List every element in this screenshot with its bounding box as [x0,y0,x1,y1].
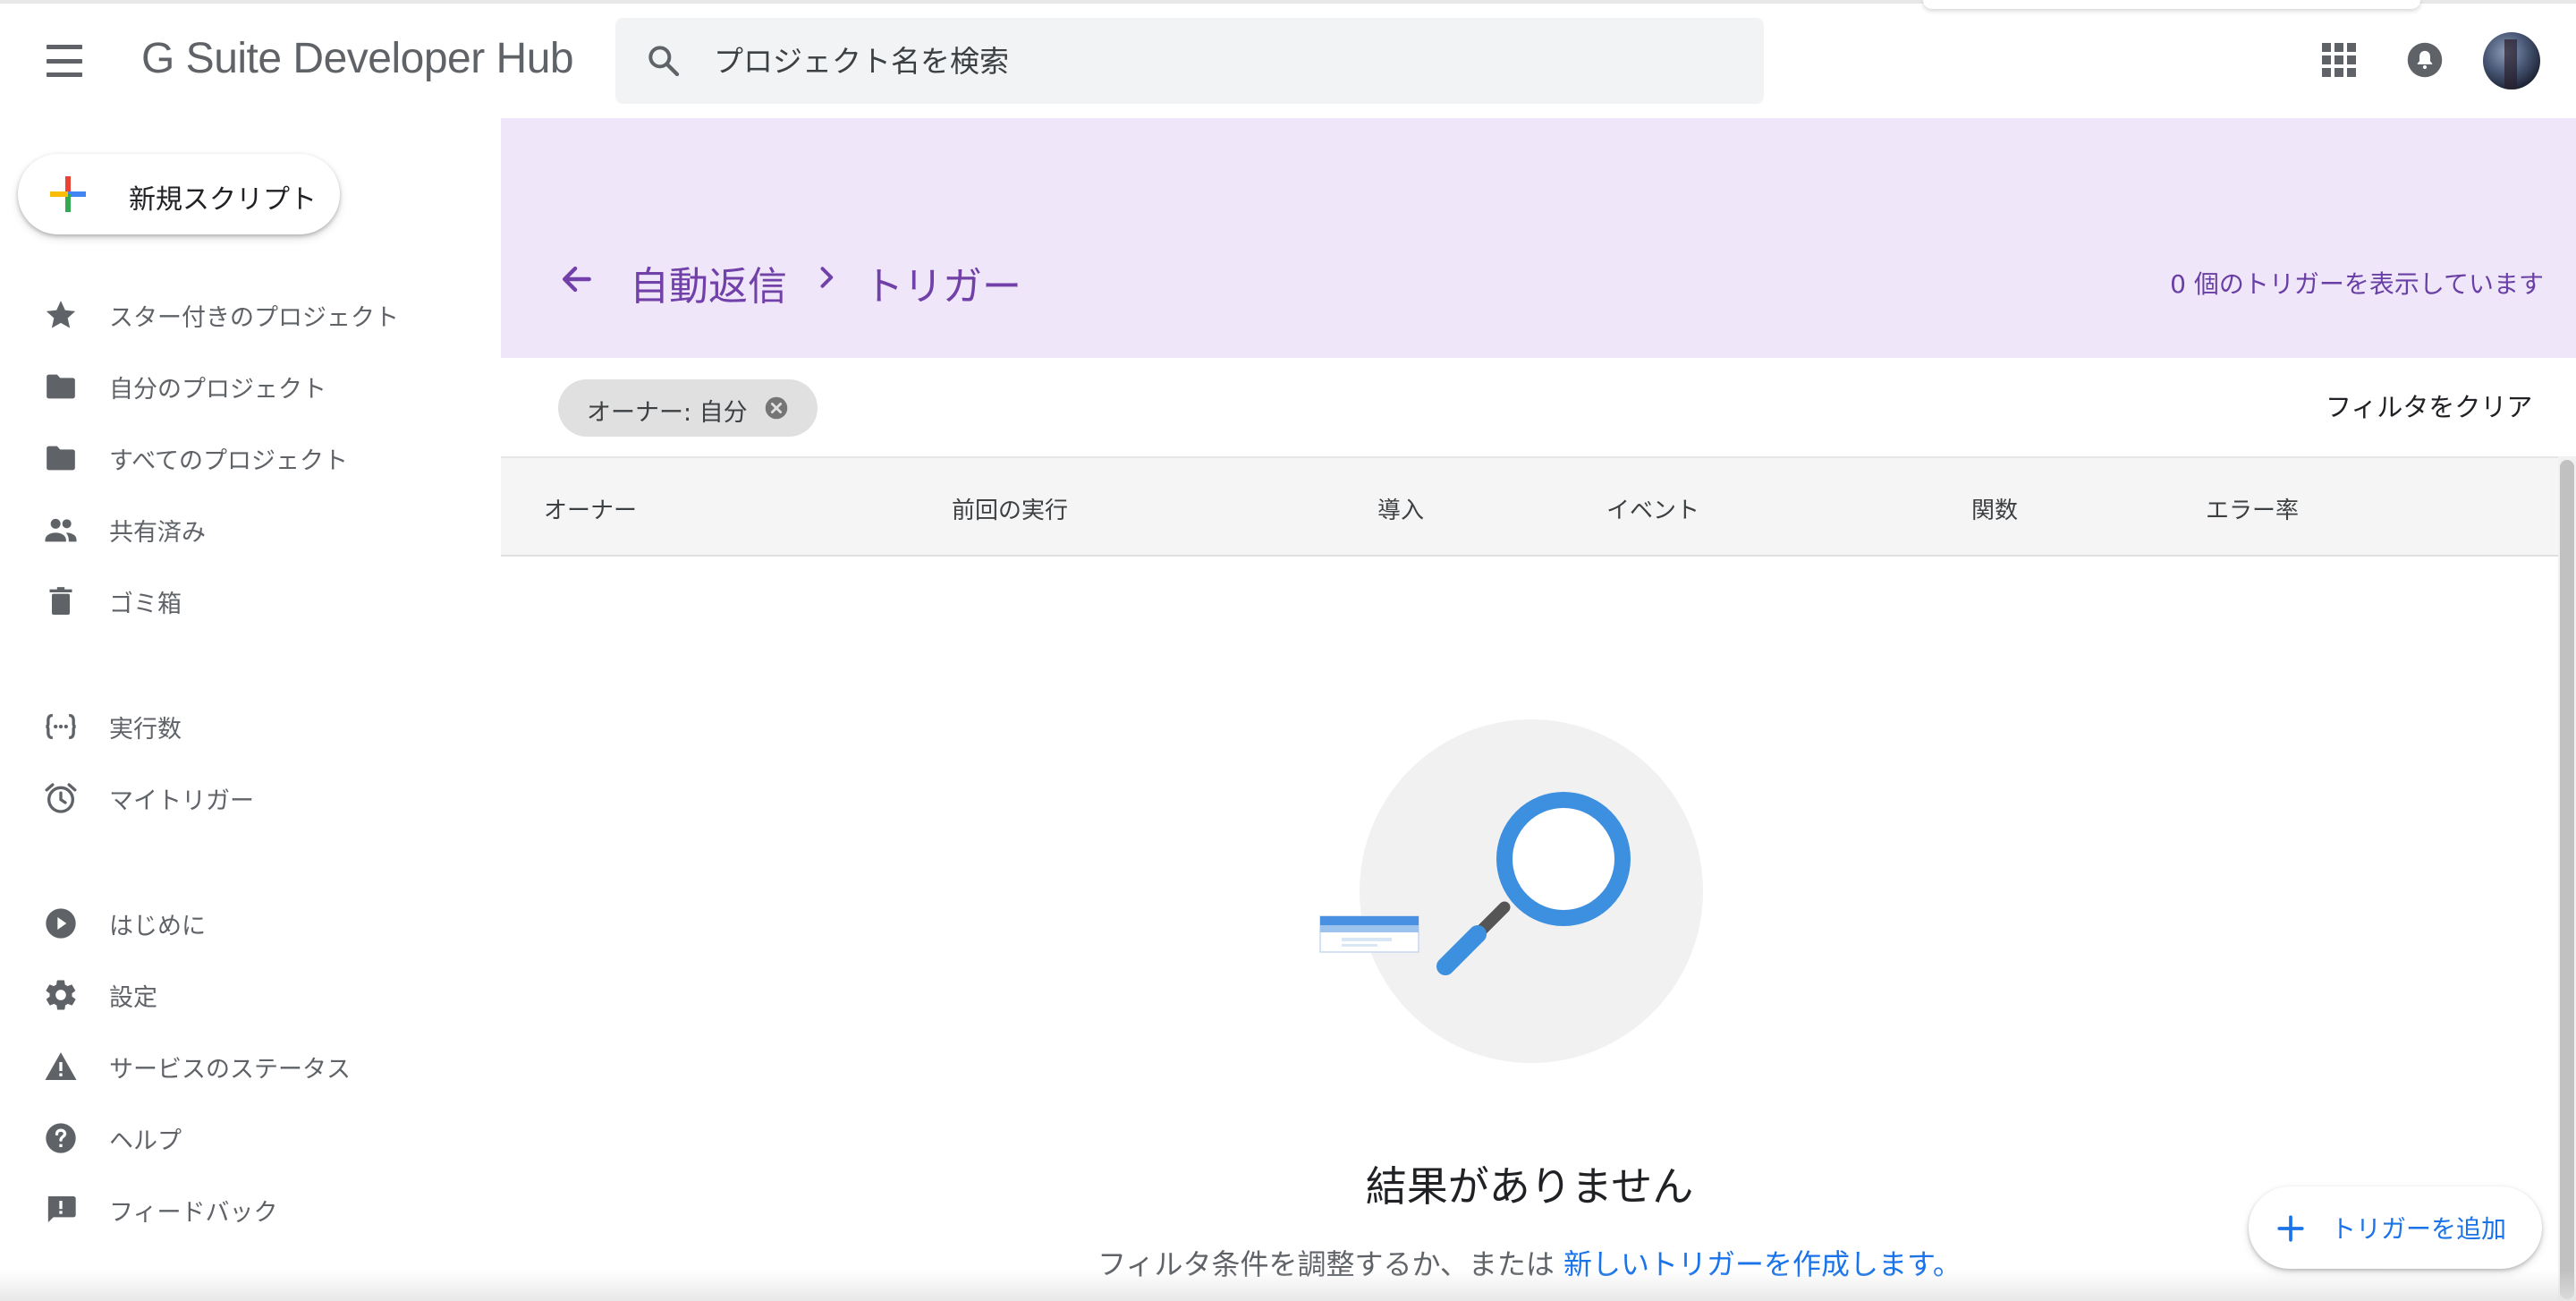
star-icon [46,301,76,328]
page-header: 自動返信 トリガー 0 個のトリガーを表示しています [501,118,2576,358]
add-trigger-label: トリガーを追加 [2331,1214,2507,1244]
column-header-error-rate[interactable]: エラー率 [2206,492,2299,525]
help-icon [46,1123,76,1153]
executions-icon [46,713,76,740]
menu-icon-bar [47,58,82,64]
gear-icon [46,980,76,1010]
chevron-right-icon [820,267,834,288]
back-arrow-icon[interactable] [556,259,596,299]
sidebar-item-label: ゴミ箱 [109,591,182,618]
sidebar-item-all-projects[interactable]: すべてのプロジェクト [0,428,465,485]
page-title: トリガー [864,264,1021,310]
folder-icon [47,446,75,471]
play-circle-icon [46,908,76,939]
new-script-label: 新規スクリプト [129,184,317,216]
column-header-deployment[interactable]: 導入 [1377,492,1424,525]
sidebar-item-label: すべてのプロジェクト [109,447,349,475]
column-header-function[interactable]: 関数 [1971,492,2018,525]
sidebar-item-label: 実行数 [109,716,182,744]
column-header-owner[interactable]: オーナー [544,492,637,525]
sidebar-item-help[interactable]: ヘルプ [0,1108,465,1165]
new-script-button[interactable]: 新規スクリプト [18,154,340,234]
sidebar-item-shared[interactable]: 共有済み [0,499,465,557]
breadcrumb-project[interactable]: 自動返信 [630,254,787,311]
plus-icon [2277,1215,2304,1242]
search-input[interactable] [714,36,1733,86]
column-header-last-run[interactable]: 前回の実行 [952,492,1068,525]
trigger-count-text: 0 個のトリガーを表示しています [2170,269,2544,299]
search-icon[interactable] [646,43,682,79]
trash-icon [49,587,72,615]
sidebar-item-my-projects[interactable]: 自分のプロジェクト [0,356,465,413]
warning-icon [45,1052,77,1080]
people-icon [45,518,77,542]
sidebar-item-my-triggers[interactable]: マイトリガー [0,768,465,825]
owner-filter-chip[interactable]: オーナー: 自分 [558,379,818,437]
sidebar-item-settings[interactable]: 設定 [0,965,465,1022]
sidebar-item-label: スター付きのプロジェクト [109,304,399,332]
empty-state-subtitle: フィルタ条件を調整するか、または 新しいトリガーを作成します。 [912,1242,2147,1283]
apps-grid-icon[interactable] [2322,43,2356,77]
sidebar-item-executions[interactable]: 実行数 [0,696,465,753]
empty-state-title: 結果がありません [1365,1162,1694,1211]
sidebar-item-getting-started[interactable]: はじめに [0,893,465,950]
main-menu-button[interactable] [39,39,89,82]
popup-edge [1923,0,2420,9]
account-avatar[interactable] [2483,32,2540,89]
app-brand[interactable]: G Suite Developer Hub [141,34,574,83]
sidebar-item-starred[interactable]: スター付きのプロジェクト [0,285,465,342]
sidebar-item-label: 設定 [109,984,157,1012]
close-icon[interactable] [764,395,789,421]
sidebar-item-label: ヘルプ [109,1127,182,1155]
sidebar-item-label: 自分のプロジェクト [109,376,326,404]
filter-chip-label: オーナー: 自分 [587,399,748,427]
menu-icon-bar [47,72,82,77]
top-bar: G Suite Developer Hub [0,0,2576,118]
menu-icon-bar [47,45,82,49]
search-bar[interactable] [615,18,1764,104]
clear-filters-button[interactable]: フィルタをクリア [2326,387,2532,424]
sidebar-item-label: フィードバック [109,1199,278,1227]
notifications-bell-icon[interactable] [2406,41,2444,79]
sidebar-item-label: はじめに [109,913,206,940]
sidebar-item-label: マイトリガー [109,787,254,815]
sidebar-item-trash[interactable]: ゴミ箱 [0,571,465,628]
feedback-icon [47,1196,76,1223]
create-trigger-link[interactable]: 新しいトリガーを作成します。 [1563,1247,1962,1281]
triggers-table-header: オーナー 前回の実行 導入 イベント 関数 エラー率 [501,456,2558,557]
folder-icon [47,374,75,399]
scrollbar-thumb[interactable] [2560,460,2574,1299]
add-trigger-button[interactable]: トリガーを追加 [2249,1186,2542,1269]
empty-state-hint: フィルタ条件を調整するか、または [1097,1247,1564,1281]
no-results-illustration [1319,719,1703,1063]
column-header-event[interactable]: イベント [1606,492,1699,525]
alarm-icon [45,783,77,813]
sidebar-item-service-status[interactable]: サービスのステータス [0,1036,465,1093]
sidebar-item-feedback[interactable]: フィードバック [0,1179,465,1237]
sidebar-item-label: 共有済み [109,519,206,547]
colorful-plus-icon [50,176,86,212]
sidebar-item-label: サービスのステータス [109,1056,351,1084]
